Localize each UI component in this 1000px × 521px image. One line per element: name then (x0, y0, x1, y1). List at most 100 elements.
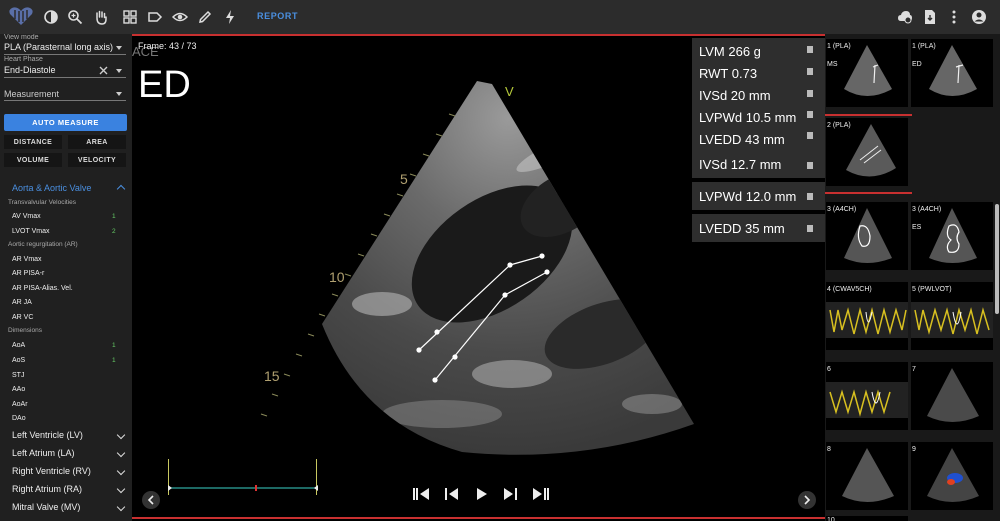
view-mode-select[interactable]: PLA (Parasternal long axis) (4, 42, 113, 52)
thumbnail[interactable]: 10 (826, 516, 908, 521)
measurement-select[interactable]: Measurement (4, 89, 59, 99)
thumbnail[interactable]: 4 (CWAV5CH) (826, 282, 908, 350)
thumbnail[interactable]: 3 (A4CH) ES (911, 202, 993, 270)
thumbnail[interactable]: 8 (826, 442, 908, 510)
delete-icon[interactable] (807, 193, 813, 200)
label-tag-icon[interactable] (147, 9, 163, 25)
area-button[interactable]: AREA (68, 135, 126, 149)
frame-timeline[interactable] (168, 459, 318, 495)
thumbnail[interactable]: 9 (911, 442, 993, 510)
step-forward-icon[interactable] (502, 487, 518, 501)
active-viewer-border (132, 34, 825, 36)
pan-hand-icon[interactable] (93, 9, 109, 25)
measurement-box: LVEDD 35 mm (692, 214, 825, 242)
accordion-left-atrium[interactable]: Left Atrium (LA) (12, 448, 75, 458)
measurement-group: LVM 266 g RWT 0.73 IVSd 20 mm LVPWd 10.5… (692, 38, 825, 152)
next-image-button[interactable] (798, 491, 816, 509)
measurement-box: IVSd 12.7 mm (692, 150, 825, 178)
chevron-down-icon[interactable] (116, 466, 126, 476)
measure-item[interactable]: DAo (12, 415, 26, 422)
account-icon[interactable] (971, 9, 987, 25)
chevron-down-icon[interactable] (116, 502, 126, 512)
thumbnail[interactable]: 1 (PLA) ED (911, 39, 993, 107)
measure-item[interactable]: AoAr (12, 401, 28, 408)
thumbnail[interactable]: 5 (PWLVOT) (911, 282, 993, 350)
heart-phase-select[interactable]: End-Diastole (4, 65, 56, 75)
measurement-value: RWT 0.73 (699, 65, 758, 81)
measure-item[interactable]: AAo (12, 386, 25, 393)
more-vert-icon[interactable] (946, 9, 962, 25)
delete-icon[interactable] (807, 162, 813, 169)
measure-item[interactable]: LVOT Vmax (12, 228, 49, 235)
step-back-icon[interactable] (444, 487, 460, 501)
skip-start-icon[interactable] (412, 487, 430, 501)
delete-icon[interactable] (807, 90, 813, 97)
thumbnail-scrollbar[interactable] (995, 204, 999, 314)
measure-item[interactable]: AR VC (12, 314, 33, 321)
delete-icon[interactable] (807, 132, 813, 139)
accordion-mitral-valve[interactable]: Mitral Valve (MV) (12, 502, 80, 512)
thumbnail[interactable]: 1 (PLA) MS (826, 39, 908, 107)
cloud-sync-icon[interactable] (897, 9, 913, 25)
volume-button[interactable]: VOLUME (4, 153, 62, 167)
group-title: Aortic regurgitation (AR) (8, 241, 78, 248)
thumbnail-image (927, 448, 979, 502)
accordion-left-ventricle[interactable]: Left Ventricle (LV) (12, 430, 83, 440)
thumbnail-image (927, 368, 979, 422)
grid-layout-icon[interactable] (122, 9, 138, 25)
measure-item[interactable]: STJ (12, 372, 24, 379)
selected-thumbnail-indicator (825, 192, 912, 194)
zoom-icon[interactable] (67, 9, 83, 25)
accordion-aorta-title[interactable]: Aorta & Aortic Valve (12, 183, 91, 193)
chevron-down-icon[interactable] (116, 46, 122, 50)
chevron-down-icon[interactable] (116, 69, 122, 73)
contrast-icon[interactable] (43, 9, 59, 25)
play-icon[interactable] (474, 487, 488, 501)
report-button[interactable]: REPORT (257, 11, 298, 21)
thumbnail[interactable]: 7 (911, 362, 993, 430)
measurement-value: LVPWd 10.5 mm (699, 109, 797, 125)
delete-icon[interactable] (807, 46, 813, 53)
accordion-right-atrium[interactable]: Right Atrium (RA) (12, 484, 82, 494)
chevron-down-icon[interactable] (116, 92, 122, 96)
thumbnail-selected[interactable]: 2 (PLA) (826, 118, 908, 186)
measure-count: 1 (112, 357, 116, 364)
measure-item[interactable]: AR PISA-r (12, 270, 44, 277)
group-title: Transvalvular Velocities (8, 199, 77, 206)
accordion-right-ventricle[interactable]: Right Ventricle (RV) (12, 466, 91, 476)
distance-button[interactable]: DISTANCE (4, 135, 62, 149)
echo-image-viewer[interactable]: ACE Frame: 43 / 73 ED V 5 10 15 LVM 266 … (132, 34, 825, 521)
pencil-icon[interactable] (197, 9, 213, 25)
delete-icon[interactable] (807, 68, 813, 75)
playback-controls (412, 486, 550, 502)
thumbnail-label: 1 (PLA) (827, 43, 851, 50)
chevron-up-icon[interactable] (116, 184, 126, 194)
chevron-down-icon[interactable] (116, 448, 126, 458)
previous-image-button[interactable] (142, 491, 160, 509)
delete-icon[interactable] (807, 225, 813, 232)
thumbnail[interactable]: 6 (826, 362, 908, 430)
thumbnail-label: 1 (PLA) (912, 43, 936, 50)
measure-item[interactable]: AV Vmax (12, 213, 41, 220)
lightning-icon[interactable] (222, 9, 238, 25)
measure-count: 1 (112, 342, 116, 349)
skip-end-icon[interactable] (532, 487, 550, 501)
thumbnail-label: 10 (827, 517, 835, 521)
document-download-icon[interactable] (922, 9, 938, 25)
measure-item[interactable]: AoS (12, 357, 25, 364)
phase-label: ED (138, 64, 191, 106)
clear-icon[interactable] (99, 66, 108, 75)
selected-thumbnail-indicator (825, 114, 912, 116)
measure-item[interactable]: AR PISA-Alias. Vel. (12, 285, 73, 292)
chevron-down-icon[interactable] (116, 430, 126, 440)
measure-item[interactable]: AoA (12, 342, 25, 349)
thumbnail[interactable]: 3 (A4CH) (826, 202, 908, 270)
auto-measure-button[interactable]: AUTO MEASURE (4, 114, 127, 131)
delete-icon[interactable] (807, 111, 813, 118)
measure-item[interactable]: AR Vmax (12, 256, 42, 263)
frame-counter: Frame: 43 / 73 (138, 41, 197, 51)
measure-item[interactable]: AR JA (12, 299, 32, 306)
eye-icon[interactable] (172, 9, 188, 25)
chevron-down-icon[interactable] (116, 484, 126, 494)
velocity-button[interactable]: VELOCITY (68, 153, 126, 167)
